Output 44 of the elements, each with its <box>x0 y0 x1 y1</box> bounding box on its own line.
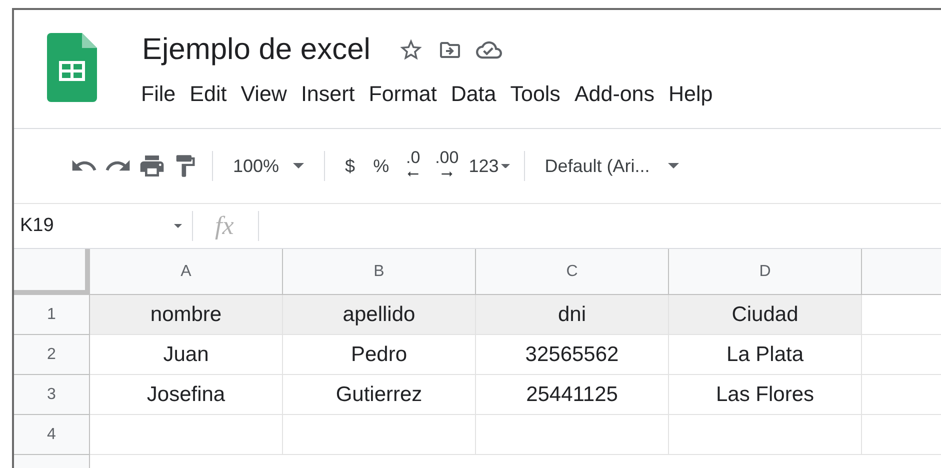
table-cell: nombre <box>90 295 283 335</box>
menu-item[interactable]: Format <box>368 80 438 109</box>
name-box[interactable]: K19 <box>14 215 192 237</box>
caret-icon <box>668 163 679 169</box>
table-cell: Las Flores <box>669 375 862 415</box>
row-header[interactable]: 4 <box>14 415 90 455</box>
number-format-dropdown[interactable]: 123 <box>468 154 510 178</box>
table-cell: 25441125 <box>476 375 669 415</box>
decrease-decimal-button[interactable]: .0 <box>401 150 426 182</box>
menu-item[interactable]: Edit <box>188 80 228 109</box>
column-header[interactable]: A <box>90 249 283 295</box>
table-cell: apellido <box>283 295 476 335</box>
font-dropdown[interactable]: Default (Ari... <box>538 154 685 178</box>
menu-item[interactable]: View <box>240 80 288 109</box>
row-header[interactable]: 3 <box>14 375 90 415</box>
table-cell: Juan <box>90 335 283 375</box>
row-header[interactable]: 1 <box>14 295 90 335</box>
menu-item[interactable]: Data <box>450 80 498 109</box>
menu-item[interactable]: Insert <box>300 80 356 109</box>
table-cell: Josefina <box>90 375 283 415</box>
zoom-dropdown[interactable]: 100% <box>227 154 310 178</box>
menu-item[interactable]: Help <box>668 80 714 109</box>
menu-item[interactable]: Tools <box>509 80 562 109</box>
currency-button[interactable]: $ <box>339 154 362 178</box>
caret-icon <box>293 163 304 169</box>
table-cell: dni <box>476 295 669 335</box>
table-cell: Pedro <box>283 335 476 375</box>
percent-button[interactable]: % <box>367 154 396 178</box>
table-cell: Gutierrez <box>283 375 476 415</box>
document-title[interactable]: Ejemplo de excel <box>142 33 370 67</box>
menu-item[interactable]: File <box>140 80 177 109</box>
caret-icon <box>174 224 182 228</box>
caret-icon <box>500 164 510 168</box>
spreadsheet-logo-icon <box>47 33 97 102</box>
column-header[interactable]: C <box>476 249 669 295</box>
row-header[interactable]: 2 <box>14 335 90 375</box>
increase-decimal-button[interactable]: .00 <box>431 150 463 182</box>
formula-label: fx <box>214 211 235 241</box>
table-cell: 32565562 <box>476 335 669 375</box>
column-header[interactable]: D <box>669 249 862 295</box>
table-cell: Ciudad <box>669 295 862 335</box>
column-header[interactable]: B <box>283 249 476 295</box>
menu-item[interactable]: Add-ons <box>573 80 656 109</box>
table-cell: La Plata <box>669 335 862 375</box>
